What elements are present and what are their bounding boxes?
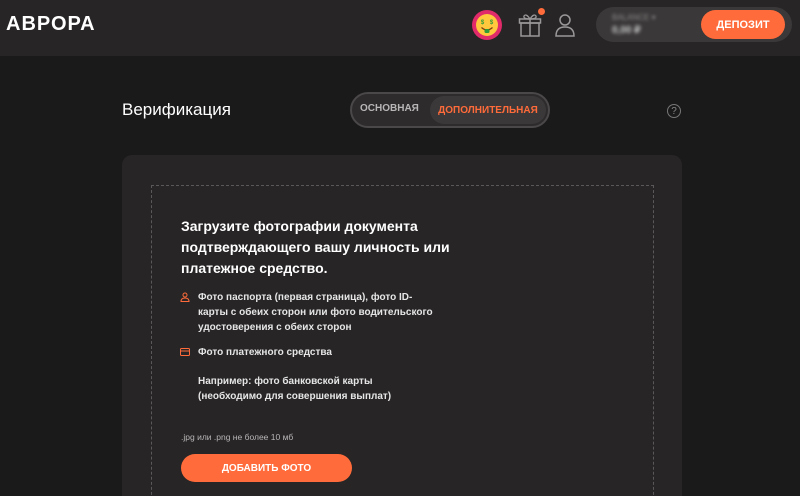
- user-icon[interactable]: [553, 11, 577, 39]
- balance-panel[interactable]: BALANCE ▾ 0,00 ₽ ДЕПОЗИТ: [596, 7, 792, 42]
- notification-dot: [538, 8, 545, 15]
- upload-title: Загрузите фотографии документа подтвержд…: [181, 218, 450, 276]
- tab-additional[interactable]: ДОПОЛНИТЕЛЬНАЯ: [430, 96, 546, 124]
- avatar[interactable]: $ $: [472, 10, 502, 40]
- requirement-identity: Фото паспорта (первая страница), фото ID…: [180, 290, 440, 335]
- help-icon[interactable]: ?: [667, 104, 681, 118]
- top-header: АВРОРА $ $ BALANCE ▾ 0,00 ₽ ДЕПОЗИТ: [0, 0, 800, 56]
- gift-icon[interactable]: [518, 11, 542, 39]
- example-text: Например: фото банковской карты (необход…: [198, 376, 392, 402]
- money-face-icon: $ $: [476, 14, 498, 36]
- logo[interactable]: АВРОРА: [6, 13, 96, 36]
- verification-tabs: ОСНОВНАЯ ДОПОЛНИТЕЛЬНАЯ: [350, 92, 550, 128]
- balance-label: BALANCE ▾: [612, 13, 656, 22]
- requirement-identity-text: Фото паспорта (первая страница), фото ID…: [198, 292, 433, 333]
- page-title: Верификация: [122, 100, 231, 119]
- add-photo-button[interactable]: ДОБАВИТЬ ФОТО: [181, 454, 352, 482]
- requirement-payment: Фото платежного средства: [180, 345, 380, 360]
- deposit-button[interactable]: ДЕПОЗИТ: [701, 10, 785, 39]
- card-icon: [180, 348, 190, 356]
- file-hint: .jpg или .png не более 10 мб: [181, 432, 294, 442]
- balance-value: 0,00 ₽: [612, 25, 641, 36]
- requirement-payment-text: Фото платежного средства: [198, 347, 332, 358]
- tab-basic[interactable]: ОСНОВНАЯ: [360, 103, 419, 114]
- person-icon: [180, 292, 190, 302]
